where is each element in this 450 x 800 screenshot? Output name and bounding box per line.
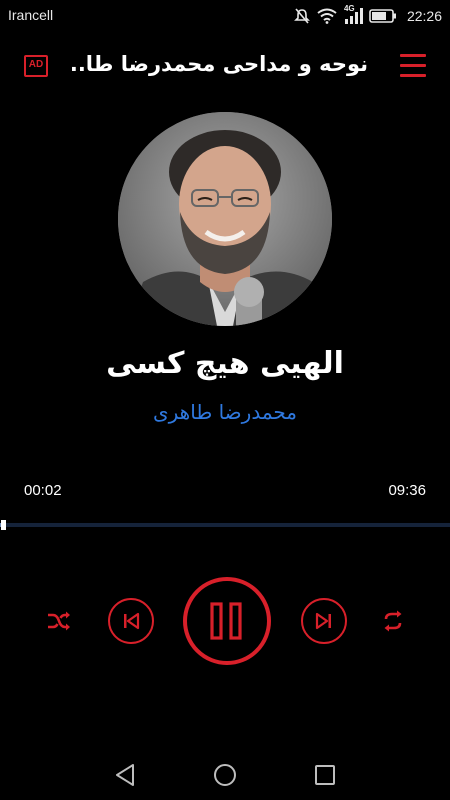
status-icons: 4G 22:26 (293, 4, 442, 27)
nav-back-button[interactable] (112, 762, 138, 788)
app-bar: AD نوحه و مداحی محمدرضا طا... (0, 42, 450, 92)
repeat-icon (384, 610, 402, 632)
home-circle-icon (214, 764, 236, 786)
battery-icon (369, 9, 396, 23)
skip-previous-icon (124, 612, 140, 630)
signal-icon: 4G (343, 4, 363, 25)
shuffle-icon (48, 611, 70, 631)
skip-next-icon (315, 612, 331, 630)
carrier-name: Irancell (8, 7, 54, 23)
back-triangle-icon (116, 764, 134, 786)
hamburger-menu-icon[interactable] (400, 54, 426, 78)
total-duration: 09:36 (388, 482, 426, 499)
seek-bar[interactable] (0, 523, 450, 527)
seek-bar-thumb[interactable] (1, 520, 7, 530)
ad-label: AD (28, 59, 44, 70)
status-bar: Irancell 4G 22:26 (0, 0, 450, 32)
navigation-bar (0, 748, 450, 800)
mute-icon (294, 8, 310, 24)
nav-recents-button[interactable] (312, 762, 338, 788)
shuffle-button[interactable] (40, 602, 78, 640)
recents-square-icon (315, 765, 335, 785)
pause-icon (210, 602, 242, 640)
next-button[interactable] (301, 598, 347, 644)
status-clock: 22:26 (406, 8, 442, 24)
previous-button[interactable] (108, 598, 154, 644)
ad-icon[interactable]: AD (24, 55, 48, 77)
wifi-icon (317, 8, 337, 24)
nav-home-button[interactable] (212, 762, 238, 788)
play-pause-button[interactable] (183, 577, 271, 665)
elapsed-time: 00:02 (24, 482, 62, 499)
song-title: الهیی هیچ کسی (106, 346, 344, 381)
repeat-button[interactable] (374, 602, 412, 640)
app-title: نوحه و مداحی محمدرضا طا... (68, 52, 368, 76)
artist-artwork (118, 112, 332, 326)
artist-name: محمدرضا طاهری (152, 400, 298, 424)
